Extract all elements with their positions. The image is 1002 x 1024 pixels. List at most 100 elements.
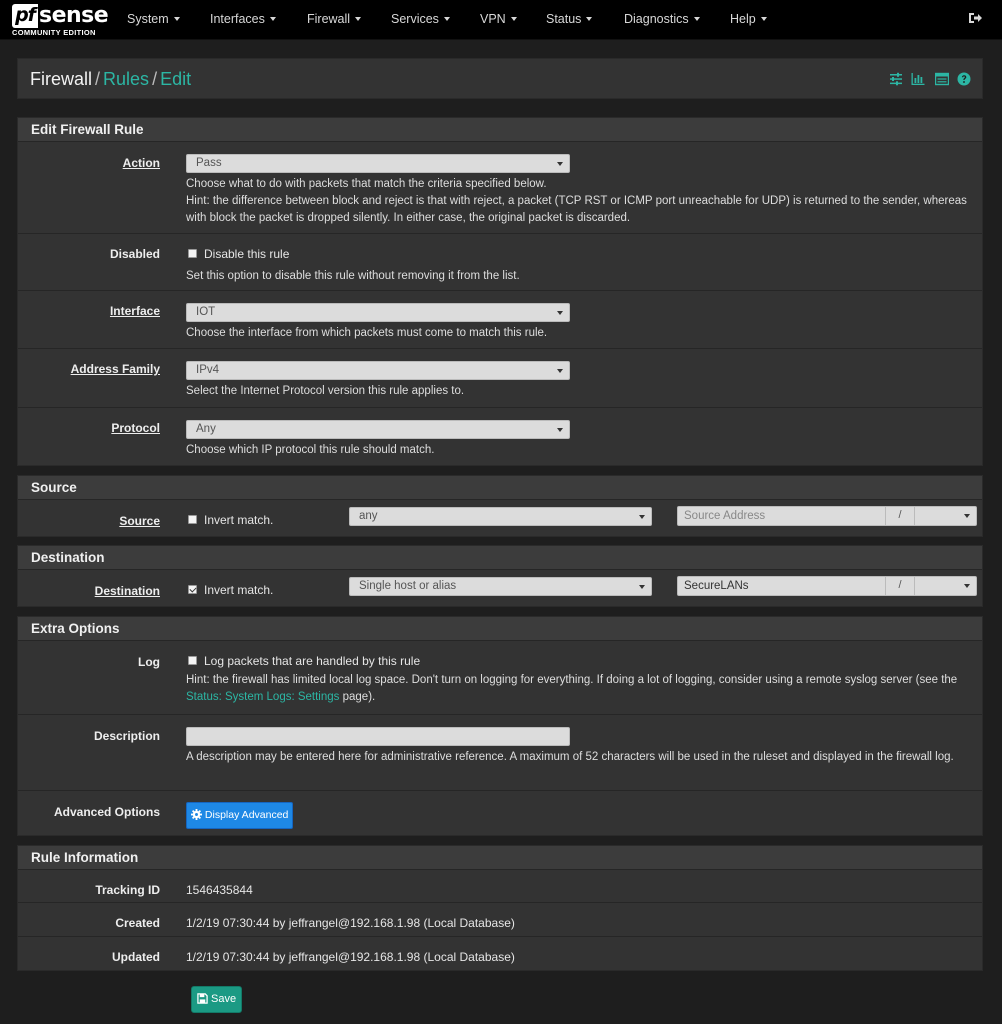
source-panel: Source Source Invert match. any Source A…	[17, 475, 983, 537]
chevron-down-icon	[639, 585, 645, 589]
log-checkbox[interactable]	[188, 656, 197, 666]
source-type-value: any	[359, 510, 378, 522]
protocol-help: Choose which IP protocol this rule shoul…	[186, 444, 435, 456]
address-family-content: IPv4 Select the Internet Protocol versio…	[186, 361, 972, 400]
action-row: Action Pass Choose what to do with packe…	[18, 142, 982, 234]
logo-mark: pf	[12, 4, 38, 28]
action-select-value: Pass	[196, 157, 222, 169]
tracking-label: Tracking ID	[95, 883, 160, 897]
tracking-row: Tracking ID 1546435844	[18, 870, 982, 903]
destination-invert-checkbox[interactable]	[188, 585, 197, 595]
nav-vpn[interactable]: VPN	[480, 12, 517, 26]
nav-system[interactable]: System	[127, 12, 180, 26]
disabled-checkbox-label[interactable]: Disable this rule	[204, 247, 289, 261]
nav-label: VPN	[480, 12, 506, 26]
nav-firewall[interactable]: Firewall	[307, 12, 362, 26]
protocol-row: Protocol Any Choose which IP protocol th…	[18, 408, 982, 466]
log-row: Log Log packets that are handled by this…	[18, 641, 982, 715]
extra-options-panel: Extra Options Log Log packets that are h…	[17, 616, 983, 836]
nav-label: Help	[730, 12, 756, 26]
bar-chart-icon[interactable]	[911, 72, 925, 86]
disabled-label: Disabled	[109, 247, 160, 261]
breadcrumb-firewall: Firewall	[30, 69, 93, 89]
log-checkbox-label[interactable]: Log packets that are handled by this rul…	[204, 654, 420, 668]
address-family-label[interactable]: Address Family	[71, 362, 160, 376]
sliders-icon[interactable]	[889, 72, 903, 86]
display-advanced-button[interactable]: Display Advanced	[186, 802, 294, 829]
disabled-help: Set this option to disable this rule wit…	[186, 270, 520, 282]
source-address-group: Source Address /	[677, 506, 977, 526]
disabled-content: Disable this rule Set this option to dis…	[186, 246, 972, 285]
destination-label[interactable]: Destination	[95, 584, 160, 598]
action-help-hint: Hint: the difference between block and r…	[186, 195, 967, 224]
nav-interfaces[interactable]: Interfaces	[210, 12, 276, 26]
question-circle-icon[interactable]	[957, 72, 971, 86]
source-mask-separator: /	[885, 507, 915, 525]
destination-row: Destination Invert match. Single host or…	[18, 570, 982, 606]
interface-row: Interface IOT Choose the interface from …	[18, 291, 982, 349]
address-family-select[interactable]: IPv4	[186, 361, 570, 380]
caret-down-icon	[693, 16, 700, 21]
caret-down-icon	[269, 16, 276, 21]
rule-information-panel: Rule Information Tracking ID 1546435844 …	[17, 845, 983, 971]
interface-content: IOT Choose the interface from which pack…	[186, 303, 972, 342]
source-address-input[interactable]: Source Address	[684, 508, 765, 525]
nav-services[interactable]: Services	[391, 12, 450, 26]
destination-invert: Invert match.	[188, 583, 273, 597]
panel-heading: Extra Options	[18, 617, 982, 641]
system-logs-settings-link[interactable]: Status: System Logs: Settings	[186, 691, 339, 703]
log-help-text: Hint: the firewall has limited local log…	[186, 674, 958, 686]
page-header: Firewall / Rules / Edit	[17, 58, 983, 99]
pfsense-logo[interactable]: pf sense COMMUNITY EDITION	[12, 3, 109, 38]
created-label: Created	[115, 916, 160, 930]
chevron-down-icon	[557, 162, 563, 166]
source-invert-checkbox[interactable]	[188, 515, 197, 525]
breadcrumb-edit[interactable]: Edit	[160, 69, 191, 89]
save-button[interactable]: Save	[191, 986, 242, 1013]
disabled-checkbox[interactable]	[188, 249, 197, 259]
panel-heading: Destination	[18, 546, 982, 570]
created-value: 1/2/19 07:30:44 by jeffrangel@192.168.1.…	[186, 916, 515, 930]
chevron-down-icon	[557, 369, 563, 373]
description-help: A description may be entered here for ad…	[186, 751, 954, 763]
log-help-text-end: page).	[342, 691, 376, 703]
source-invert-label[interactable]: Invert match.	[204, 513, 273, 527]
interface-select-value: IOT	[196, 306, 216, 318]
breadcrumb-rules[interactable]: Rules	[103, 69, 149, 89]
address-family-row: Address Family IPv4 Select the Internet …	[18, 349, 982, 408]
panel-heading: Rule Information	[18, 846, 982, 870]
advanced-label: Advanced Options	[53, 805, 160, 819]
caret-down-icon	[510, 16, 517, 21]
action-label[interactable]: Action	[123, 156, 160, 170]
action-help: Choose what to do with packets that matc…	[186, 176, 972, 227]
protocol-select[interactable]: Any	[186, 420, 570, 439]
nav-label: System	[127, 12, 169, 26]
table-list-icon[interactable]	[935, 72, 949, 86]
breadcrumb: Firewall / Rules / Edit	[30, 69, 191, 90]
destination-invert-label[interactable]: Invert match.	[204, 583, 273, 597]
description-content: A description may be entered here for ad…	[186, 727, 972, 766]
logout-icon[interactable]	[968, 11, 982, 25]
description-input[interactable]	[186, 727, 570, 746]
destination-address-input[interactable]: SecureLANs	[684, 578, 749, 595]
advanced-row: Advanced Options Display Advanced	[18, 791, 982, 836]
action-content: Pass Choose what to do with packets that…	[186, 154, 972, 227]
interface-select[interactable]: IOT	[186, 303, 570, 322]
source-mask-chevron-icon[interactable]	[964, 514, 970, 518]
source-label[interactable]: Source	[119, 514, 160, 528]
interface-label[interactable]: Interface	[110, 304, 160, 318]
disabled-row: Disabled Disable this rule Set this opti…	[18, 234, 982, 291]
edit-rule-panel: Edit Firewall Rule Action Pass Choose wh…	[17, 117, 983, 466]
caret-down-icon	[760, 16, 767, 21]
action-select[interactable]: Pass	[186, 154, 570, 173]
panel-heading: Edit Firewall Rule	[18, 118, 982, 142]
source-type-select[interactable]: any	[349, 507, 652, 526]
nav-help[interactable]: Help	[730, 12, 767, 26]
destination-type-select[interactable]: Single host or alias	[349, 577, 652, 596]
destination-mask-chevron-icon[interactable]	[964, 584, 970, 588]
panel-heading: Source	[18, 476, 982, 500]
tracking-value: 1546435844	[186, 883, 253, 897]
nav-status[interactable]: Status	[546, 12, 593, 26]
protocol-label[interactable]: Protocol	[111, 421, 160, 435]
nav-diagnostics[interactable]: Diagnostics	[624, 12, 700, 26]
